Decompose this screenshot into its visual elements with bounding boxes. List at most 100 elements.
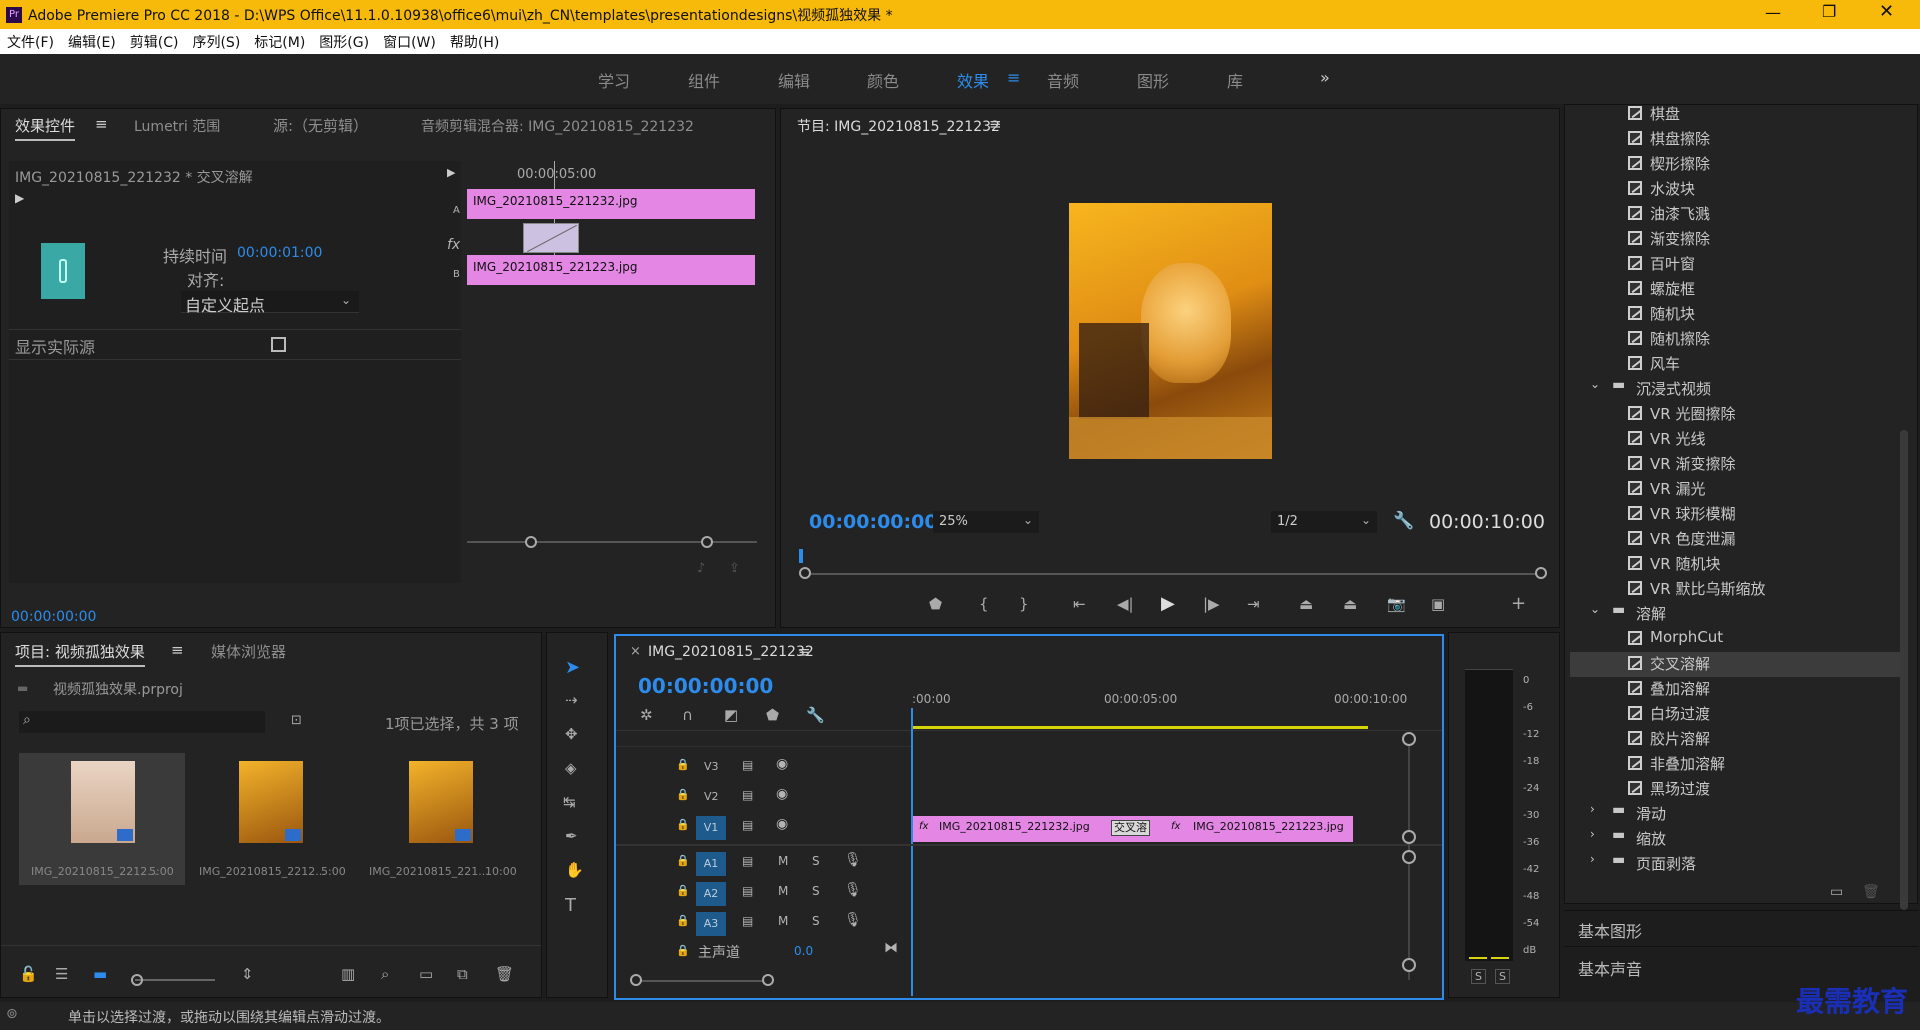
more-workspaces-icon[interactable]: » — [1320, 68, 1330, 87]
scrub-handle-left[interactable] — [799, 567, 811, 579]
scroll-handle[interactable] — [1402, 732, 1416, 746]
extract-icon[interactable]: ⏏ — [1343, 595, 1357, 613]
slip-tool-icon[interactable]: ↹ — [563, 793, 576, 811]
program-scrub-bar[interactable] — [805, 573, 1545, 575]
panel-essential-graphics[interactable]: 基本图形 — [1578, 918, 1642, 942]
effect-item[interactable]: 叠加溶解 — [1628, 677, 1888, 702]
effect-item[interactable]: VR 随机块 — [1628, 552, 1888, 577]
workspace-assembly[interactable]: 组件 — [688, 68, 720, 92]
effect-item[interactable]: 交叉溶解 — [1570, 652, 1900, 677]
lift-icon[interactable]: ⏏ — [1299, 595, 1313, 613]
linked-selection-icon[interactable]: ◩ — [724, 706, 738, 724]
close-sequence-button[interactable]: × — [630, 644, 641, 659]
step-back-icon[interactable]: ◀| — [1117, 595, 1134, 613]
audio-icon[interactable]: ♪ — [697, 561, 705, 576]
timeline-clip-1[interactable]: IMG_20210815_221232.jpg — [939, 816, 1090, 838]
solo-button[interactable]: S — [812, 884, 820, 898]
effect-item[interactable]: 胶片溶解 — [1628, 727, 1888, 752]
eye-icon[interactable]: ◉ — [776, 756, 788, 772]
microphone-icon[interactable]: 🎙 — [844, 852, 862, 868]
microphone-icon[interactable]: 🎙 — [844, 912, 862, 928]
track-label-a1[interactable]: A1 — [696, 852, 726, 876]
effect-item[interactable]: VR 光圈擦除 — [1628, 402, 1888, 427]
effect-item[interactable]: MorphCut — [1628, 627, 1888, 652]
effect-item[interactable]: 黑场过渡 — [1628, 777, 1888, 802]
transition-block[interactable] — [523, 223, 579, 253]
tab-project[interactable]: 项目: 视频孤独效果 — [15, 641, 145, 667]
ripple-edit-tool-icon[interactable]: ✥ — [565, 725, 578, 743]
trash-icon[interactable]: 🗑 — [495, 965, 514, 983]
snap-icon[interactable]: ∩ — [682, 706, 693, 724]
new-bin-icon[interactable]: ▭ — [419, 965, 433, 983]
export-icon[interactable]: ⇪ — [729, 561, 740, 576]
effect-controls-timecode[interactable]: 00:00:00:00 — [11, 609, 96, 625]
menu-file[interactable]: 文件(F) — [7, 32, 54, 52]
menu-clip[interactable]: 剪辑(C) — [130, 32, 179, 52]
resolution-dropdown[interactable]: 1/2 ⌄ — [1271, 511, 1377, 533]
lock-icon[interactable]: 🔒 — [676, 758, 690, 771]
clip-a[interactable]: IMG_20210815_221232.jpg — [467, 189, 755, 219]
project-search-input[interactable]: ⌕ — [19, 711, 265, 733]
menu-sequence[interactable]: 序列(S) — [192, 32, 240, 52]
effect-item[interactable]: VR 漏光 — [1628, 477, 1888, 502]
lock-icon[interactable]: 🔒 — [676, 788, 690, 801]
project-item[interactable]: IMG_20210815_2212... 5:00 — [19, 753, 185, 885]
mark-in-icon[interactable]: { — [979, 595, 989, 613]
list-view-icon[interactable]: ☰ — [55, 965, 68, 983]
workspace-learn[interactable]: 学习 — [598, 68, 630, 92]
add-marker-icon[interactable]: ⬟ — [929, 595, 942, 613]
new-item-icon[interactable]: ⧉ — [457, 965, 468, 983]
mute-button[interactable]: M — [778, 884, 788, 898]
duration-value[interactable]: 00:00:01:00 — [237, 245, 322, 261]
clip-b[interactable]: IMG_20210815_221223.jpg — [467, 255, 755, 285]
maximize-button[interactable]: ❐ — [1822, 2, 1836, 21]
eye-icon[interactable]: ◉ — [776, 816, 788, 832]
panel-menu-icon[interactable]: ≡ — [95, 115, 108, 133]
effect-item[interactable]: VR 球形模糊 — [1628, 502, 1888, 527]
timeline-timecode[interactable]: 00:00:00:00 — [638, 674, 773, 698]
workspace-libraries[interactable]: 库 — [1227, 68, 1243, 92]
add-button-icon[interactable]: + — [1511, 593, 1526, 614]
timeline-playhead[interactable] — [911, 708, 913, 996]
tab-audio-clip-mixer[interactable]: 音频剪辑混合器: IMG_20210815_221232 — [421, 116, 694, 136]
sync-lock-icon[interactable]: ▤ — [742, 884, 753, 898]
menu-graphics[interactable]: 图形(G) — [319, 32, 369, 52]
type-tool-icon[interactable]: T — [565, 895, 576, 916]
effect-item[interactable]: 螺旋框 — [1628, 277, 1888, 302]
thumb-size-slider[interactable] — [135, 979, 215, 981]
zoom-handle-right[interactable] — [762, 974, 774, 986]
show-source-checkbox[interactable] — [271, 337, 286, 352]
effect-item[interactable]: 非叠加溶解 — [1628, 752, 1888, 777]
new-custom-bin-icon[interactable]: ▭ — [1830, 884, 1843, 900]
play-transition-icon[interactable]: ▶ — [15, 191, 24, 205]
effect-folder[interactable]: ⌄ ▬ 溶解 — [1590, 602, 1850, 627]
step-forward-icon[interactable]: |▶ — [1203, 595, 1220, 613]
program-monitor-title[interactable]: 节目: IMG_20210815_221232 — [797, 116, 1000, 136]
razor-tool-icon[interactable]: ◈ — [565, 759, 577, 777]
mute-button[interactable]: M — [778, 854, 788, 868]
meter-solo-left[interactable]: S — [1471, 969, 1486, 984]
alignment-dropdown[interactable]: 自定义起点 ⌄ — [181, 291, 359, 315]
chevron-right-icon[interactable]: › — [1590, 852, 1595, 866]
selection-tool-icon[interactable]: ➤ — [565, 657, 580, 678]
effect-item[interactable]: VR 渐变擦除 — [1628, 452, 1888, 477]
panel-essential-sound[interactable]: 基本声音 — [1578, 956, 1642, 980]
effects-scrollbar[interactable] — [1900, 430, 1908, 910]
menu-marker[interactable]: 标记(M) — [254, 32, 305, 52]
menu-edit[interactable]: 编辑(E) — [68, 32, 116, 52]
effect-item[interactable]: VR 光线 — [1628, 427, 1888, 452]
effect-item[interactable]: 棋盘 — [1628, 102, 1888, 127]
compare-view-icon[interactable]: ▣ — [1431, 595, 1445, 613]
project-item[interactable]: IMG_20210815_221... 10:00 — [359, 753, 525, 885]
icon-view-icon[interactable]: ▬ — [93, 965, 107, 983]
effect-item[interactable]: 水波块 — [1628, 177, 1888, 202]
effect-folder[interactable]: › ▬ 页面剥落 — [1590, 852, 1850, 877]
scroll-handle[interactable] — [1402, 830, 1416, 844]
zoom-level-dropdown[interactable]: 25% ⌄ — [933, 511, 1039, 533]
effect-item[interactable]: 楔形擦除 — [1628, 152, 1888, 177]
effect-folder[interactable]: ⌄ ▬ 沉浸式视频 — [1590, 377, 1850, 402]
effect-item[interactable]: 风车 — [1628, 352, 1888, 377]
effect-item[interactable]: 渐变擦除 — [1628, 227, 1888, 252]
track-select-tool-icon[interactable]: ⇢ — [565, 691, 578, 709]
effect-item[interactable]: VR 色度泄漏 — [1628, 527, 1888, 552]
